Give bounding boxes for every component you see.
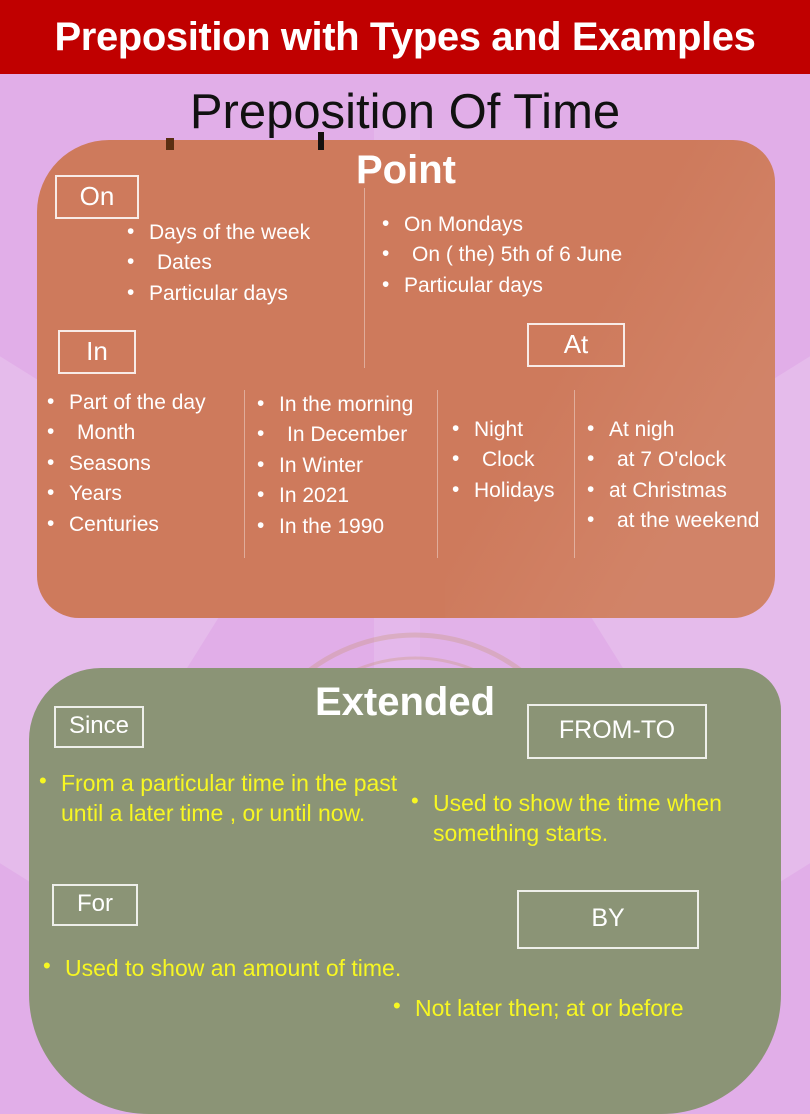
header-bar: Preposition with Types and Examples [0, 0, 810, 74]
list-item: Clock [452, 444, 555, 475]
list-item: On Mondays [382, 209, 622, 240]
list-item: at the weekend [587, 505, 759, 536]
label-chip-since: Since [54, 706, 144, 748]
header-title: Preposition with Types and Examples [54, 14, 756, 59]
list-item: In 2021 [257, 480, 413, 511]
list-item: In Winter [257, 450, 413, 481]
list-item: at Christmas [587, 475, 759, 506]
label-chip-by: BY [517, 890, 699, 949]
from-to-definition-list: Used to show the time when something sta… [409, 786, 779, 849]
label-chip-at: At [527, 323, 625, 367]
list-item: In December [257, 419, 413, 450]
page-title: Preposition Of Time [189, 85, 621, 139]
list-item: In the morning [257, 389, 413, 420]
list-item: Part of the day [47, 387, 206, 418]
by-definition-list: Not later then; at or before [391, 991, 781, 1023]
list-item: at 7 O'clock [587, 444, 759, 475]
divider-at [574, 390, 575, 558]
at-uses-list: Night Clock Holidays [452, 414, 555, 506]
label-chip-in: In [58, 330, 136, 374]
divider-in-1 [244, 390, 245, 558]
on-examples-list: On Mondays On ( the) 5th of 6 June Parti… [382, 209, 622, 301]
label-chip-for: For [52, 884, 138, 926]
list-item: Years [47, 478, 206, 509]
list-item: Month [47, 417, 206, 448]
in-examples-list: In the morning In December In Winter In … [257, 389, 413, 542]
divider-in-2 [437, 390, 438, 558]
point-section-card: Point On Days of the week Dates Particul… [37, 140, 775, 618]
label-chip-from-to: FROM-TO [527, 704, 707, 759]
point-heading: Point [356, 148, 456, 192]
for-definition-list: Used to show an amount of time. [41, 951, 461, 983]
at-examples-list: At nigh at 7 O'clock at Christmas at the… [587, 414, 759, 537]
list-item: Holidays [452, 475, 555, 506]
list-item: Days of the week [127, 217, 310, 248]
list-item: Seasons [47, 448, 206, 479]
in-uses-list: Part of the day Month Seasons Years Cent… [47, 387, 206, 540]
list-item: Dates [127, 247, 310, 278]
list-item: Night [452, 414, 555, 445]
list-item: On ( the) 5th of 6 June [382, 239, 622, 270]
list-item: At nigh [587, 414, 759, 445]
on-uses-list: Days of the week Dates Particular days [127, 217, 310, 309]
label-chip-on: On [55, 175, 139, 219]
list-item: Used to show the time when something sta… [409, 786, 779, 849]
list-item: From a particular time in the past until… [37, 766, 407, 829]
list-item: In the 1990 [257, 511, 413, 542]
since-definition-list: From a particular time in the past until… [37, 766, 407, 829]
list-item: Particular days [127, 278, 310, 309]
extended-section-card: Extended Since From a particular time in… [29, 668, 781, 1114]
divider-on [364, 188, 365, 368]
list-item: Particular days [382, 270, 622, 301]
list-item: Used to show an amount of time. [41, 951, 461, 983]
list-item: Centuries [47, 509, 206, 540]
list-item: Not later then; at or before [391, 991, 781, 1023]
